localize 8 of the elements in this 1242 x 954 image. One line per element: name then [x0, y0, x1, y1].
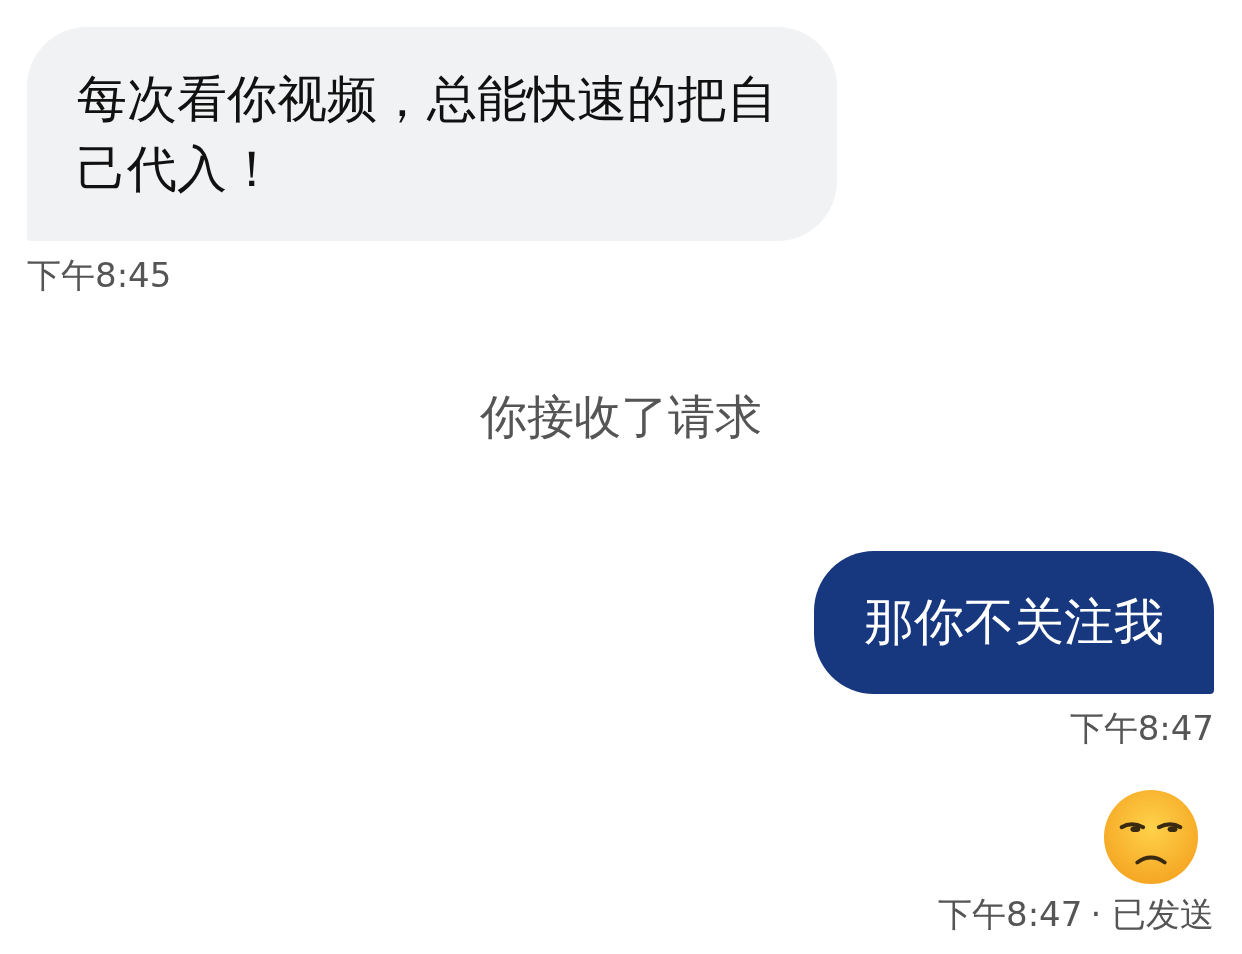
- message-time: 下午8:45: [27, 255, 172, 295]
- message-time: 下午8:47: [938, 894, 1083, 934]
- system-message: 你接收了请求: [479, 388, 762, 446]
- delivery-status: · 已发送: [1090, 894, 1214, 934]
- unamused-face-icon: [1102, 788, 1200, 886]
- message-bubble: 每次看你视频，总能快速的把自己代入！: [27, 27, 837, 241]
- message-time: 下午8:47: [1069, 708, 1214, 748]
- message-bubble: 那你不关注我: [814, 551, 1214, 694]
